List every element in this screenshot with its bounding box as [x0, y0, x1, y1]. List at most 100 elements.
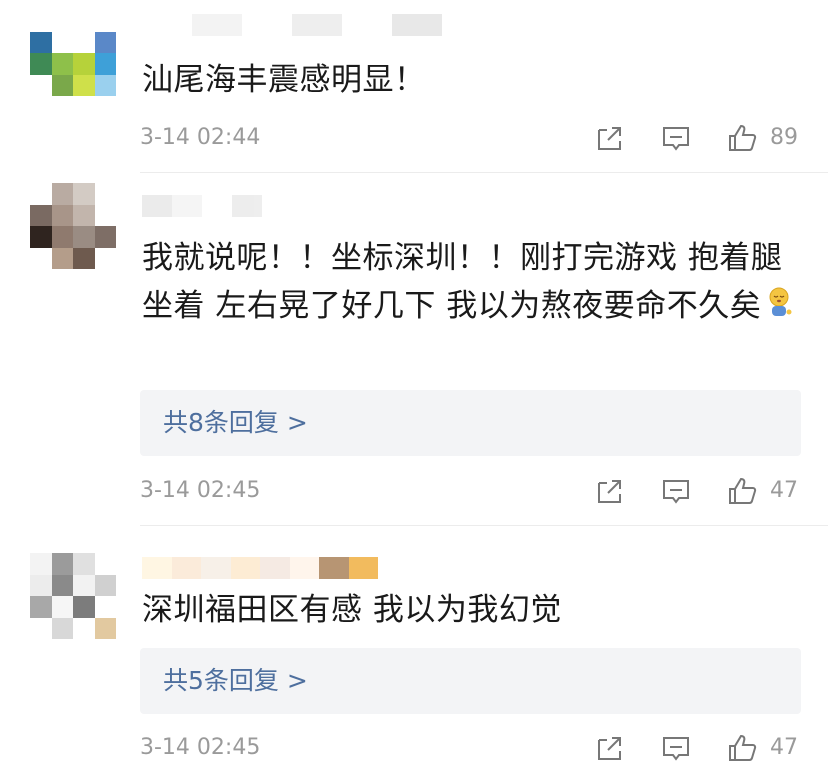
avatar-pixel [30, 247, 52, 269]
username-pixel [171, 557, 201, 579]
username-pixel [260, 557, 290, 579]
avatar-pixel [73, 247, 95, 269]
comment-time: 3-14 02:45 [140, 735, 261, 760]
view-replies-button[interactable]: 共8条回复 > [140, 390, 801, 456]
avatar-pixel [51, 596, 73, 618]
avatar-pixel [73, 617, 95, 639]
avatar-pixel [51, 226, 73, 248]
username-pixel [142, 195, 172, 217]
avatar-pixel [73, 553, 95, 575]
share-icon[interactable] [594, 475, 626, 507]
comment-time: 3-14 02:44 [140, 125, 261, 150]
username-blurred[interactable] [142, 557, 378, 579]
avatar-pixel [51, 74, 73, 96]
username-pixel [230, 557, 260, 579]
avatar-pixel [51, 247, 73, 269]
username-pixel [342, 14, 392, 36]
username-pixel [292, 14, 342, 36]
comment-meta: 3-14 02:44 89 [140, 122, 801, 154]
comment-icon[interactable] [660, 475, 692, 507]
avatar-pixel [94, 574, 116, 596]
divider [140, 172, 828, 173]
comment-text: 深圳福田区有感 我以为我幻觉 [142, 592, 562, 628]
avatar-pixel [94, 247, 116, 269]
avatar[interactable] [30, 183, 116, 269]
avatar-pixel [30, 553, 52, 575]
comment-icon[interactable] [660, 122, 692, 154]
avatar-pixel [73, 226, 95, 248]
avatar-pixel [94, 183, 116, 205]
avatar-pixel [73, 31, 95, 53]
avatar-pixel [51, 183, 73, 205]
view-replies-label[interactable]: 共8条回复 > [163, 390, 308, 456]
avatar-pixel [30, 74, 52, 96]
avatar-pixel [73, 596, 95, 618]
username-pixel [392, 14, 442, 36]
username-pixel [142, 14, 192, 36]
username-pixel [242, 14, 292, 36]
avatar-pixel [30, 31, 52, 53]
username-pixel [201, 557, 231, 579]
comment-text: 我就说呢！！坐标深圳！！刚打完游戏 抱着腿坐着 左右晃了好几下 我以为熬夜要命不… [142, 234, 802, 332]
avatar-pixel [30, 596, 52, 618]
like-count: 89 [770, 125, 798, 150]
avatar-pixel [30, 183, 52, 205]
username-blurred[interactable] [142, 14, 442, 36]
avatar[interactable] [30, 553, 116, 639]
avatar-pixel [51, 53, 73, 75]
avatar-pixel [73, 183, 95, 205]
avatar-pixel [94, 10, 116, 32]
username-pixel [289, 557, 319, 579]
avatar-pixel [73, 74, 95, 96]
like-count: 47 [770, 478, 798, 503]
avatar-pixel [94, 596, 116, 618]
avatar-pixel [94, 204, 116, 226]
avatar-pixel [51, 31, 73, 53]
comment-text-content: 我就说呢！！坐标深圳！！刚打完游戏 抱着腿坐着 左右晃了好几下 我以为熬夜要命不… [142, 240, 783, 324]
avatar-pixel [94, 617, 116, 639]
avatar-pixel [94, 553, 116, 575]
comment-meta: 3-14 02:45 47 [140, 475, 801, 507]
username-pixel [232, 195, 262, 217]
view-replies-button[interactable]: 共5条回复 > [140, 648, 801, 714]
avatar-pixel [30, 574, 52, 596]
avatar-pixel [30, 204, 52, 226]
username-pixel [319, 557, 349, 579]
username-pixel [142, 557, 172, 579]
avatar-pixel [30, 226, 52, 248]
share-icon[interactable] [594, 122, 626, 154]
avatar-pixel [73, 574, 95, 596]
username-pixel [172, 195, 202, 217]
avatar-pixel [30, 10, 52, 32]
username-blurred[interactable] [142, 195, 262, 217]
sleepy-emoji-icon [767, 284, 793, 332]
avatar-pixel [30, 53, 52, 75]
share-icon[interactable] [594, 732, 626, 764]
avatar-pixel [73, 204, 95, 226]
username-pixel [348, 557, 378, 579]
username-pixel [192, 14, 242, 36]
avatar[interactable] [30, 10, 116, 96]
avatar-pixel [51, 10, 73, 32]
comment-icon[interactable] [660, 732, 692, 764]
thumbs-up-icon[interactable] [726, 475, 758, 507]
avatar-pixel [94, 226, 116, 248]
avatar-pixel [73, 53, 95, 75]
comment-text: 汕尾海丰震感明显！ [142, 62, 426, 98]
avatar-pixel [30, 617, 52, 639]
avatar-pixel [51, 617, 73, 639]
avatar-pixel [94, 74, 116, 96]
avatar-pixel [94, 53, 116, 75]
thumbs-up-icon[interactable] [726, 732, 758, 764]
username-pixel [202, 195, 232, 217]
avatar-pixel [73, 10, 95, 32]
divider [140, 525, 828, 526]
avatar-pixel [51, 574, 73, 596]
comment-time: 3-14 02:45 [140, 478, 261, 503]
comment-meta: 3-14 02:45 47 [140, 732, 801, 764]
view-replies-label[interactable]: 共5条回复 > [163, 648, 308, 714]
thumbs-up-icon[interactable] [726, 122, 758, 154]
avatar-pixel [51, 553, 73, 575]
avatar-pixel [94, 31, 116, 53]
like-count: 47 [770, 735, 798, 760]
